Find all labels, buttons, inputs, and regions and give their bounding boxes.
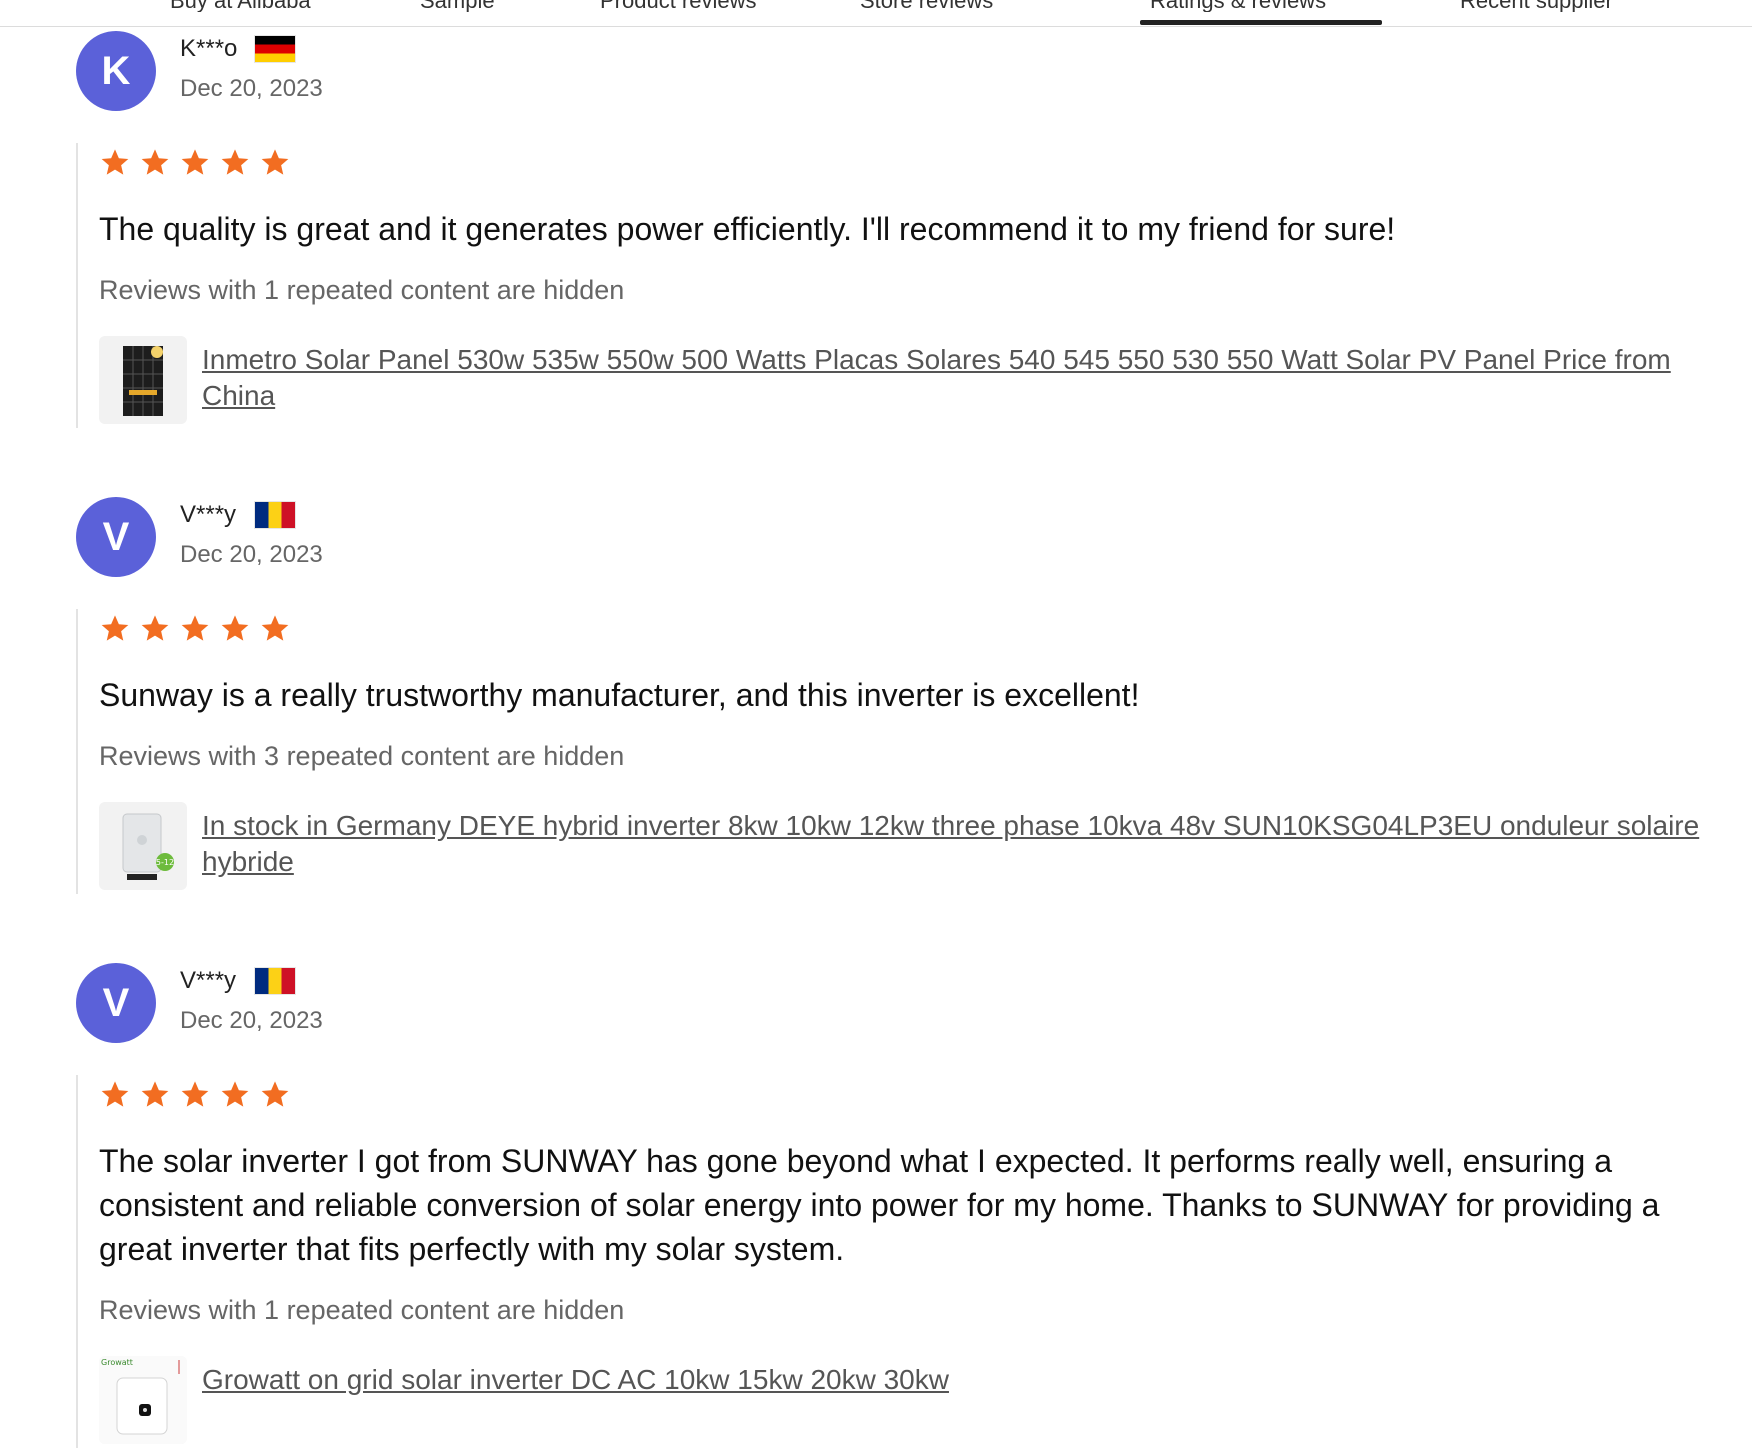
avatar: K [76,31,156,111]
star-icon [261,149,289,175]
review-text: The solar inverter I got from SUNWAY has… [99,1143,1660,1267]
star-icon [181,615,209,641]
tab-sample[interactable]: Sample [420,0,495,12]
grid-inverter-thumbnail[interactable]: Growatt [99,1356,187,1444]
star-rating [99,613,1752,653]
germany-flag-icon [254,35,296,63]
review-body: Sunway is a really trustworthy manufactu… [76,609,1752,894]
hidden-reviews-note: Reviews with 1 repeated content are hidd… [99,1295,625,1325]
product-link[interactable]: Inmetro Solar Panel 530w 535w 550w 500 W… [202,342,1702,414]
romania-flag-icon [254,967,296,995]
avatar: V [76,497,156,577]
tab-store-reviews[interactable]: Store reviews [860,0,993,12]
review-body: The quality is great and it generates po… [76,143,1752,428]
star-icon [221,1081,249,1107]
tab-buy[interactable]: Buy at Alibaba [170,0,311,12]
tab-recent-supplier[interactable]: Recent supplier [1460,0,1613,12]
star-icon [221,149,249,175]
review-body: The solar inverter I got from SUNWAY has… [76,1075,1752,1448]
hybrid-inverter-thumbnail[interactable]: 5-12 [99,802,187,890]
reviewer-name: V***y [180,967,237,994]
solar-panel-thumbnail[interactable] [99,336,187,424]
reviewer-name: V***y [180,501,237,528]
svg-text:5-12: 5-12 [156,858,174,867]
reviewer-name: K***o [180,35,238,62]
review-text: The quality is great and it generates po… [99,211,1396,247]
star-icon [141,615,169,641]
review-date: Dec 20, 2023 [180,75,323,102]
product-link[interactable]: In stock in Germany DEYE hybrid inverter… [202,808,1702,880]
hidden-reviews-note: Reviews with 3 repeated content are hidd… [99,741,625,771]
reviewed-product[interactable]: Inmetro Solar Panel 530w 535w 550w 500 W… [99,336,1752,428]
star-icon [181,1081,209,1107]
star-icon [101,1081,129,1107]
active-tab-indicator [1140,20,1382,25]
star-icon [261,615,289,641]
avatar: V [76,963,156,1043]
product-link[interactable]: Growatt on grid solar inverter DC AC 10k… [202,1362,1702,1398]
star-icon [141,1081,169,1107]
tab-product-reviews[interactable]: Product reviews [600,0,757,12]
star-icon [221,615,249,641]
svg-text:Growatt: Growatt [101,1358,133,1367]
star-icon [101,615,129,641]
star-icon [141,149,169,175]
review-text: Sunway is a really trustworthy manufactu… [99,677,1140,713]
star-rating [99,1079,1752,1119]
reviewed-product[interactable]: Growatt Growatt on grid solar inverter D… [99,1356,1752,1448]
review-date: Dec 20, 2023 [180,541,323,568]
star-icon [101,149,129,175]
star-icon [261,1081,289,1107]
tab-bar: Buy at Alibaba Sample Product reviews St… [0,0,1752,27]
hidden-reviews-note: Reviews with 1 repeated content are hidd… [99,275,625,305]
romania-flag-icon [254,501,296,529]
reviewed-product[interactable]: 5-12 In stock in Germany DEYE hybrid inv… [99,802,1752,894]
star-icon [181,149,209,175]
review-date: Dec 20, 2023 [180,1007,323,1034]
tab-ratings-reviews[interactable]: Ratings & reviews [1150,0,1326,12]
star-rating [99,147,1752,187]
